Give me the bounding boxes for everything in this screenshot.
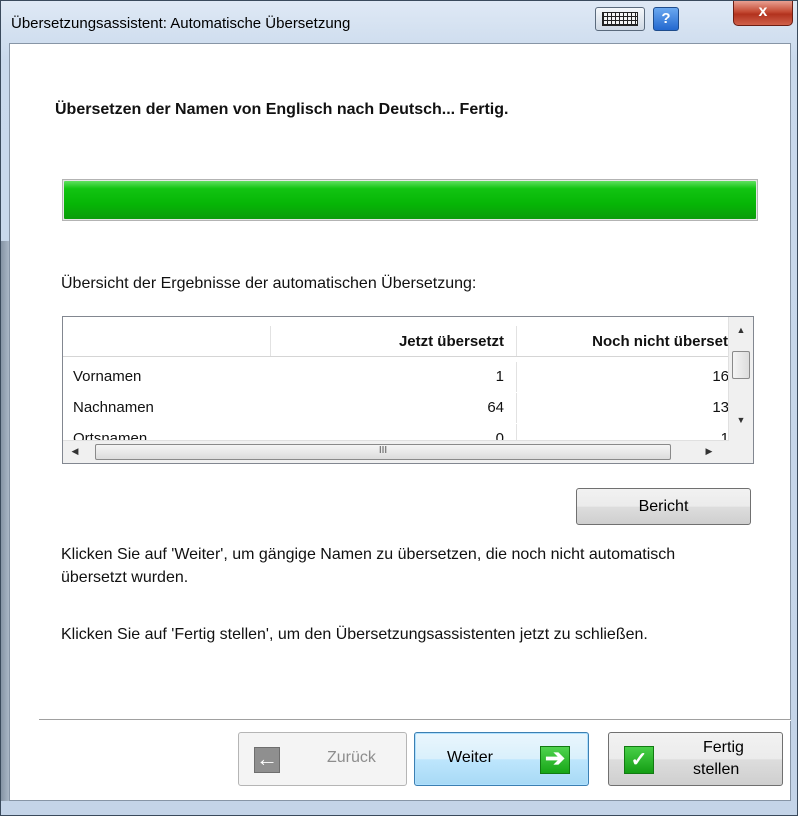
progress-bar-fill <box>64 181 756 219</box>
not-translated-value: 13 <box>712 399 729 416</box>
window-title: Übersetzungsassistent: Automatische Über… <box>11 15 351 32</box>
column-header-translated-now[interactable]: Jetzt übersetzt <box>271 326 517 356</box>
not-translated-value: 16 <box>712 368 729 385</box>
column-header-name[interactable] <box>63 326 271 356</box>
scroll-down-icon[interactable]: ▼ <box>729 415 753 425</box>
keyboard-button[interactable] <box>595 7 645 31</box>
row-label: Vornamen <box>73 368 142 385</box>
footer-divider <box>39 719 791 721</box>
results-table-body: Jetzt übersetzt Noch nicht überset Vorna… <box>63 317 729 441</box>
summary-label: Übersicht der Ergebnisse der automatisch… <box>61 275 477 292</box>
column-header-not-translated[interactable]: Noch nicht überset <box>517 326 729 356</box>
results-table[interactable]: Jetzt übersetzt Noch nicht überset Vorna… <box>62 316 754 464</box>
scroll-up-icon[interactable]: ▲ <box>729 325 753 335</box>
close-button[interactable]: x <box>733 1 793 26</box>
finish-button-label-line2: stellen <box>693 761 740 778</box>
row-label: Nachnamen <box>73 399 154 416</box>
translated-now-value: 0 <box>271 424 517 441</box>
vertical-scroll-thumb[interactable] <box>732 351 750 379</box>
dialog-window: Übersetzungsassistent: Automatische Über… <box>0 0 798 816</box>
finish-hint-text: Klicken Sie auf 'Fertig stellen', um den… <box>61 626 648 643</box>
scroll-left-icon[interactable]: ◀ <box>65 446 85 457</box>
scrollbar-corner <box>729 441 753 463</box>
back-button-label: Zurück <box>327 749 376 766</box>
keyboard-icon <box>602 12 638 26</box>
horizontal-scrollbar[interactable]: ◀ III ▶ <box>63 440 729 463</box>
help-button[interactable]: ? <box>653 7 679 31</box>
table-row[interactable]: Ortsnamen 0 1 <box>63 424 729 441</box>
status-message: Übersetzen der Namen von Englisch nach D… <box>55 101 509 118</box>
translated-now-value: 1 <box>271 362 517 392</box>
arrow-left-icon: ← <box>254 746 280 773</box>
checkmark-icon: ✓ <box>624 746 654 774</box>
horizontal-scroll-thumb[interactable]: III <box>95 444 671 460</box>
not-translated-value: 1 <box>720 430 729 441</box>
table-row[interactable]: Nachnamen 64 13 <box>63 393 729 423</box>
report-button[interactable]: Bericht <box>576 488 751 525</box>
vertical-scrollbar[interactable]: ▲ ▼ <box>728 317 753 441</box>
row-label: Ortsnamen <box>73 430 148 441</box>
finish-button[interactable]: ✓ Fertig stellen <box>608 732 783 786</box>
next-button[interactable]: Weiter ➔ <box>414 732 589 786</box>
arrow-right-icon: ➔ <box>540 746 570 774</box>
translated-now-value: 64 <box>271 393 517 423</box>
scroll-right-icon[interactable]: ▶ <box>699 446 719 457</box>
finish-button-label-line1: Fertig <box>703 739 744 756</box>
table-header-row: Jetzt übersetzt Noch nicht überset <box>63 326 729 357</box>
table-row[interactable]: Vornamen 1 16 <box>63 362 729 392</box>
progress-bar <box>62 179 758 221</box>
title-bar: Übersetzungsassistent: Automatische Über… <box>1 1 797 43</box>
next-hint-text: Klicken Sie auf 'Weiter', um gängige Nam… <box>61 546 676 586</box>
next-button-label: Weiter <box>447 749 493 766</box>
back-button[interactable]: ← Zurück <box>238 732 407 786</box>
